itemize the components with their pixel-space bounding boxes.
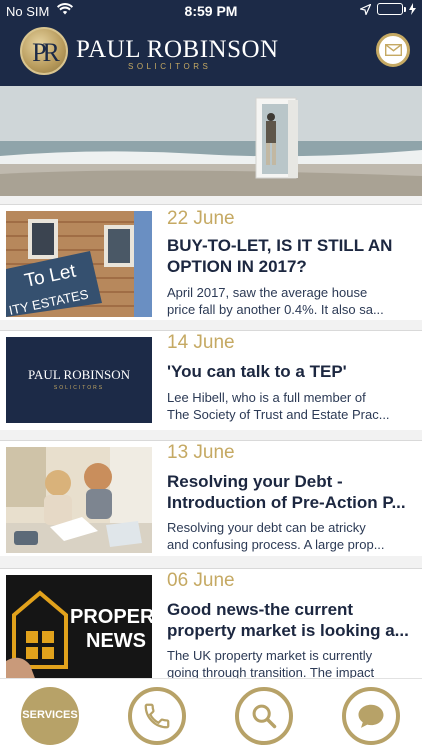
- news-item[interactable]: To Let ITY ESTATES 22 June BUY-TO-LET, I…: [0, 204, 422, 320]
- news-title-line2: Introduction of Pre-Action P...: [167, 493, 406, 512]
- status-right: [360, 3, 416, 15]
- news-title-line2: property market is looking a...: [167, 621, 409, 640]
- brand-name: PAUL ROBINSON: [76, 36, 279, 63]
- thumb-property: PROPERTY: [70, 606, 152, 628]
- mail-button[interactable]: [376, 33, 410, 67]
- news-excerpt-line2: The Society of Trust and Estate Prac...: [167, 407, 390, 422]
- brand-subtitle: SOLICITORS: [128, 62, 212, 71]
- envelope-icon: [385, 44, 402, 56]
- tab-chat[interactable]: [342, 687, 400, 745]
- news-excerpt-line2: price fall by another 0.4%. It also sa..…: [167, 302, 384, 317]
- tab-services[interactable]: SERVICES: [21, 687, 79, 745]
- bottom-tab-bar: SERVICES: [0, 678, 422, 750]
- news-excerpt-line2: going through transition. The impact: [167, 665, 375, 678]
- search-icon: [252, 704, 277, 729]
- tab-search[interactable]: [235, 687, 293, 745]
- phone-icon: [144, 703, 170, 729]
- chat-icon: [358, 704, 384, 728]
- news-title-line1: 'You can talk to a TEP': [167, 362, 347, 381]
- status-bar: No SIM 8:59 PM: [0, 0, 422, 22]
- news-date: 14 June: [167, 332, 235, 353]
- news-item[interactable]: PAUL ROBINSON SOLICITORS 14 June 'You ca…: [0, 330, 422, 430]
- news-title-line1: BUY-TO-LET, IS IT STILL AN: [167, 236, 393, 255]
- tab-services-label: SERVICES: [22, 709, 78, 721]
- thumb-news: NEWS: [86, 630, 146, 652]
- news-date: 06 June: [167, 570, 235, 591]
- news-excerpt-line1: April 2017, saw the average house: [167, 285, 368, 300]
- news-list[interactable]: To Let ITY ESTATES 22 June BUY-TO-LET, I…: [0, 196, 422, 678]
- logo-emblem: PR: [20, 27, 68, 75]
- news-title-line2: OPTION IN 2017?: [167, 257, 307, 276]
- battery-icon: [377, 3, 406, 15]
- news-excerpt-line2: and confusing process. A large prop...: [167, 537, 385, 552]
- beach-door-illustration: [0, 86, 422, 196]
- news-excerpt-line1: Resolving your debt can be atricky: [167, 520, 366, 535]
- news-excerpt-line1: Lee Hibell, who is a full member of: [167, 390, 366, 405]
- charging-bolt-icon: [409, 3, 416, 15]
- location-arrow-icon: [360, 3, 371, 15]
- news-date: 22 June: [167, 208, 235, 229]
- news-item[interactable]: 13 June Resolving your Debt - Introducti…: [0, 440, 422, 556]
- tab-phone[interactable]: [128, 687, 186, 745]
- logo-monogram: PR: [32, 38, 60, 67]
- thumb-brand-sub: SOLICITORS: [53, 385, 105, 391]
- news-excerpt-line1: The UK property market is currently: [167, 648, 373, 663]
- thumb-brand: PAUL ROBINSON: [28, 367, 130, 382]
- clock: 8:59 PM: [184, 3, 238, 19]
- news-title-line1: Resolving your Debt -: [167, 472, 343, 491]
- news-date: 13 June: [167, 442, 235, 463]
- news-title-line1: Good news-the current: [167, 600, 354, 619]
- news-thumbnail-couple-paperwork: [6, 447, 152, 553]
- news-thumbnail-to-let: To Let ITY ESTATES: [6, 211, 152, 317]
- news-thumbnail-property-news: PROPERTY NEWS: [6, 575, 152, 678]
- app-header: No SIM 8:59 PM PR PAUL ROBINSON SOLICITO…: [0, 0, 422, 86]
- hero-banner-image: [0, 86, 422, 196]
- news-thumbnail-logo: PAUL ROBINSON SOLICITORS: [6, 337, 152, 423]
- news-item[interactable]: PROPERTY NEWS 06 June Good news-the curr…: [0, 568, 422, 678]
